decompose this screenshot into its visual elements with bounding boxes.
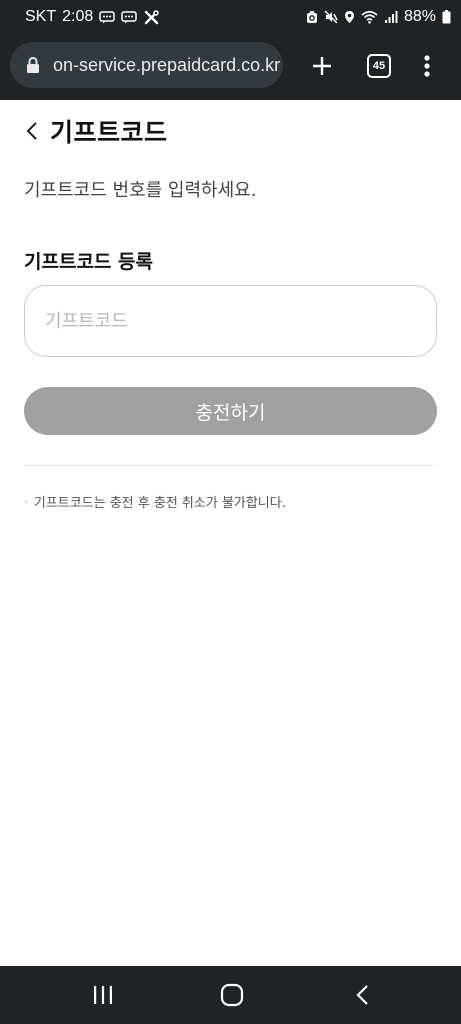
system-nav-bar — [0, 966, 461, 1024]
browser-menu-button[interactable] — [417, 50, 437, 82]
chevron-left-icon — [26, 122, 37, 140]
tab-count: 45 — [372, 60, 386, 72]
wifi-icon — [361, 10, 378, 24]
back-icon — [356, 985, 368, 1005]
back-button[interactable] — [22, 120, 42, 142]
tab-switcher-button[interactable]: 45 — [367, 54, 391, 78]
battery-percent: 88% — [403, 8, 436, 25]
section-label: 기프트코드 등록 — [24, 251, 153, 273]
recent-apps-button[interactable] — [90, 982, 116, 1008]
chat-icon — [121, 10, 138, 24]
charge-button[interactable]: 충전하기 — [24, 387, 437, 435]
location-icon — [344, 10, 355, 24]
more-vert-icon — [424, 55, 430, 77]
url-text[interactable]: on-service.prepaidcard.co.kr — [53, 55, 280, 76]
lock-icon[interactable] — [25, 56, 41, 74]
mute-icon — [324, 10, 338, 24]
gift-code-input[interactable] — [24, 285, 437, 357]
chat-icon — [99, 10, 116, 24]
address-bar[interactable]: on-service.prepaidcard.co.kr — [10, 42, 283, 88]
clock: 2:08 — [62, 8, 94, 25]
status-left: SKT 2:08 — [25, 8, 159, 26]
carrier-label: SKT — [25, 8, 57, 25]
instruction-text: 기프트코드 번호를 입력하세요. — [24, 180, 257, 201]
status-bar: SKT 2:08 88% — [0, 0, 461, 36]
home-button[interactable] — [218, 981, 246, 1009]
home-icon — [220, 983, 244, 1007]
divider — [24, 465, 437, 466]
page-header: 기프트코드 — [0, 100, 461, 160]
new-tab-button[interactable] — [306, 50, 338, 82]
tools-icon — [143, 9, 159, 24]
browser-toolbar: on-service.prepaidcard.co.kr 45 — [0, 36, 461, 100]
notice-bullet: · — [24, 494, 28, 509]
status-right: 88% — [306, 8, 451, 26]
plus-icon — [313, 57, 331, 75]
system-back-button[interactable] — [350, 981, 374, 1009]
sync-icon — [306, 10, 318, 24]
notice: · 기프트코드는 충전 후 충전 취소가 불가합니다. — [24, 492, 286, 512]
recent-apps-icon — [94, 986, 112, 1004]
notice-text: 기프트코드는 충전 후 충전 취소가 불가합니다. — [33, 496, 286, 511]
page-title: 기프트코드 — [50, 118, 168, 147]
signal-icon — [384, 10, 398, 24]
battery-icon — [442, 10, 451, 24]
